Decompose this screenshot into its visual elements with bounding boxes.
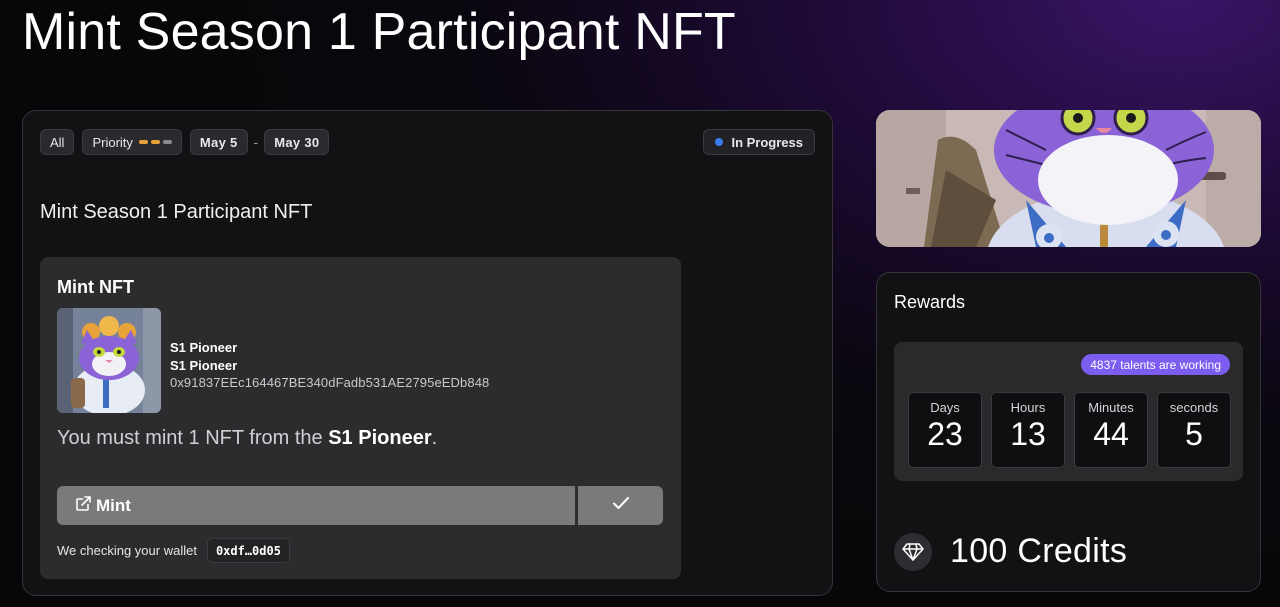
rewards-title: Rewards	[894, 292, 966, 312]
countdown-days: Days 23	[908, 392, 982, 468]
priority-indicator	[138, 140, 172, 144]
task-title: Mint NFT	[57, 277, 134, 297]
talents-badge: 4837 talents are working	[1081, 354, 1230, 375]
mint-button[interactable]: Mint	[57, 486, 575, 525]
dot-icon	[715, 138, 724, 146]
end-date-chip[interactable]: May 30	[264, 129, 330, 155]
start-date: May 5	[199, 134, 238, 150]
nft-info: S1 Pioneer S1 Pioneer 0x91837EEc164467BE…	[170, 339, 489, 392]
priority-label: Priority	[92, 134, 133, 150]
nft-banner-image	[876, 110, 1261, 247]
countdown-label: seconds	[1169, 400, 1219, 415]
verify-button[interactable]	[578, 486, 663, 525]
check-icon	[612, 496, 630, 515]
countdown-seconds: seconds 5	[1157, 392, 1231, 468]
countdown-value: 5	[1185, 416, 1203, 452]
wallet-address-chip[interactable]: 0xdf…0d05	[206, 538, 290, 563]
filter-all-chip[interactable]: All	[40, 129, 75, 155]
external-link-icon	[75, 495, 92, 517]
rewards-card: Rewards 4837 talents are working Days 23…	[876, 272, 1261, 592]
date-separator: -	[253, 134, 259, 150]
countdown-hours: Hours 13	[991, 392, 1065, 468]
wallet-note: We checking your wallet	[57, 543, 197, 558]
quest-heading: Mint Season 1 Participant NFT	[40, 201, 313, 223]
quest-card: All Priority May 5 - May 30 In Progress …	[22, 110, 833, 596]
page-title: Mint Season 1 Participant NFT	[22, 3, 736, 61]
countdown-minutes: Minutes 44	[1074, 392, 1148, 468]
countdown-value: 13	[1010, 416, 1046, 452]
countdown-label: Hours	[1010, 400, 1046, 415]
mint-task-panel: Mint NFT S1 Pioneer S1 Pioneer 0x91837EE…	[40, 257, 681, 579]
collection-name: S1 Pioneer	[170, 340, 238, 355]
countdown-panel: 4837 talents are working Days 23 Hours 1…	[894, 342, 1243, 481]
credits-amount: 100 Credits	[950, 532, 1128, 570]
nft-thumbnail	[57, 308, 161, 413]
status-badge: In Progress	[703, 129, 815, 155]
contract-address: 0x91837EEc164467BE340dFadb531AE2795eEDb8…	[170, 375, 490, 390]
desc-prefix: You must mint 1 NFT from the	[57, 427, 329, 449]
mint-button-label: Mint	[96, 495, 131, 515]
countdown-label: Minutes	[1088, 400, 1134, 415]
filter-all-label: All	[50, 134, 65, 150]
priority-chip[interactable]: Priority	[82, 129, 182, 155]
task-description: You must mint 1 NFT from the S1 Pioneer.	[57, 427, 437, 450]
desc-suffix: .	[431, 427, 438, 449]
countdown-label: Days	[930, 400, 960, 415]
credits-row: 100 Credits	[894, 532, 1127, 571]
filter-bar: All Priority May 5 - May 30	[40, 129, 330, 155]
status-label: In Progress	[731, 134, 803, 150]
collection-subtitle: S1 Pioneer	[170, 357, 238, 373]
wallet-row: We checking your wallet 0xdf…0d05	[57, 538, 290, 563]
start-date-chip[interactable]: May 5	[189, 129, 248, 155]
diamond-icon	[894, 532, 932, 571]
desc-highlight: S1 Pioneer	[328, 427, 432, 449]
countdown-value: 23	[927, 416, 963, 452]
countdown-value: 44	[1093, 416, 1129, 452]
countdown-cells: Days 23 Hours 13 Minutes 44 seconds 5	[908, 392, 1231, 468]
action-row: Mint	[57, 486, 663, 525]
end-date: May 30	[274, 134, 320, 150]
